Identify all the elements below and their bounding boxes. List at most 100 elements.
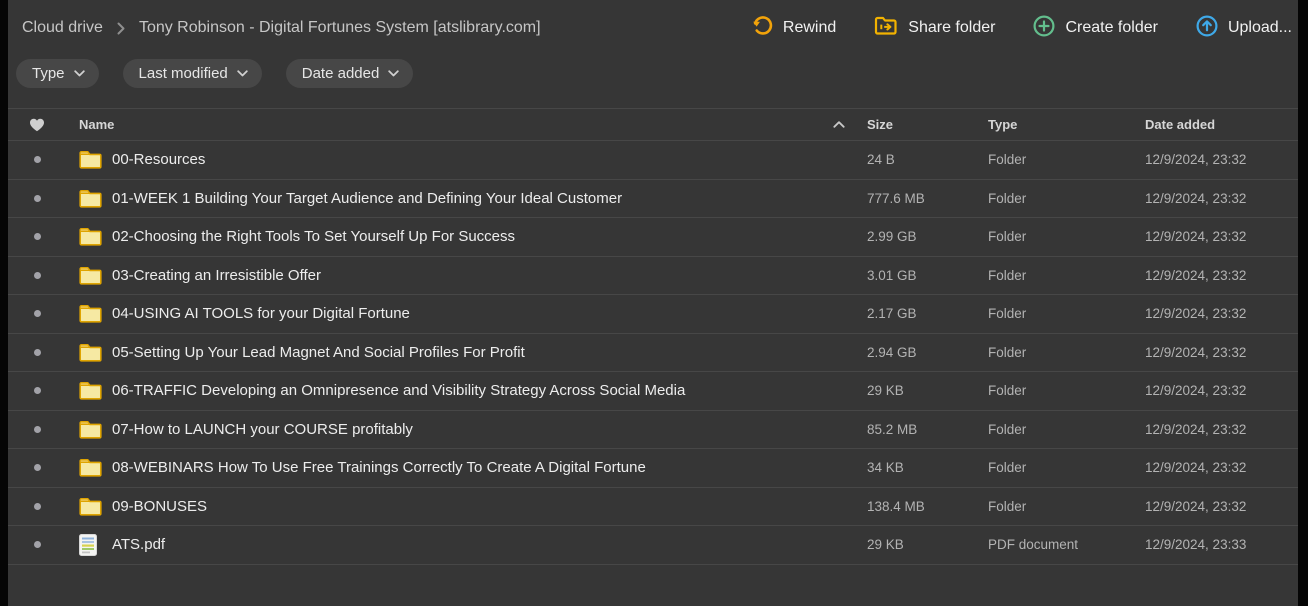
sort-ascending-icon [833,121,845,128]
chevron-down-icon [74,70,85,77]
file-name: 08-WEBINARS How To Use Free Trainings Co… [112,459,867,476]
folder-icon [79,266,102,285]
file-type: Folder [988,383,1145,398]
upload-button[interactable]: Upload... [1196,15,1292,42]
column-header-name[interactable]: Name [66,117,867,132]
file-name: ATS.pdf [112,536,867,553]
column-header-type[interactable]: Type [988,117,1145,132]
top-bar: Cloud drive Tony Robinson - Digital Fort… [8,0,1298,50]
file-size: 2.17 GB [867,306,988,321]
file-name: 01-WEEK 1 Building Your Target Audience … [112,190,867,207]
table-row[interactable]: 04-USING AI TOOLS for your Digital Fortu… [8,295,1298,334]
file-type: Folder [988,306,1145,321]
file-size: 777.6 MB [867,191,988,206]
file-date-added: 12/9/2024, 23:32 [1145,460,1298,475]
folder-icon [79,458,102,477]
file-name: 03-Creating an Irresistible Offer [112,267,867,284]
rewind-icon [752,15,773,41]
file-name: 06-TRAFFIC Developing an Omnipresence an… [112,382,867,399]
heart-icon [29,118,45,132]
file-type: Folder [988,268,1145,283]
breadcrumb-current-folder: Tony Robinson - Digital Fortunes System … [139,19,541,37]
file-size: 2.99 GB [867,229,988,244]
toolbar-actions: Rewind Share folder [752,15,1292,42]
file-name: 09-BONUSES [112,498,867,515]
file-size: 138.4 MB [867,499,988,514]
create-folder-label: Create folder [1065,19,1158,37]
chevron-down-icon [388,70,399,77]
file-date-added: 12/9/2024, 23:32 [1145,268,1298,283]
file-name: 05-Setting Up Your Lead Magnet And Socia… [112,344,867,361]
file-date-added: 12/9/2024, 23:33 [1145,537,1298,552]
create-folder-button[interactable]: Create folder [1033,15,1158,42]
upload-icon [1196,15,1218,42]
file-size: 85.2 MB [867,422,988,437]
file-table: Name Size Type Date added [8,108,1298,565]
file-type: PDF document [988,537,1145,552]
item-status-dot-icon [34,503,41,510]
column-header-size[interactable]: Size [867,117,988,132]
file-date-added: 12/9/2024, 23:32 [1145,191,1298,206]
folder-icon [79,343,102,362]
file-date-added: 12/9/2024, 23:32 [1145,229,1298,244]
filter-type-label: Type [32,65,65,82]
item-status-dot-icon [34,349,41,356]
table-row[interactable]: 03-Creating an Irresistible Offer 3.01 G… [8,257,1298,296]
breadcrumb: Cloud drive Tony Robinson - Digital Fort… [22,19,541,37]
file-name: 04-USING AI TOOLS for your Digital Fortu… [112,305,867,322]
item-status-dot-icon [34,387,41,394]
file-type: Folder [988,229,1145,244]
share-folder-icon [874,15,898,41]
filter-type-dropdown[interactable]: Type [16,59,99,88]
item-status-dot-icon [34,310,41,317]
item-status-dot-icon [34,464,41,471]
file-date-added: 12/9/2024, 23:32 [1145,499,1298,514]
table-row[interactable]: ATS.pdf 29 KB PDF document 12/9/2024, 23… [8,526,1298,565]
file-type: Folder [988,191,1145,206]
file-type: Folder [988,460,1145,475]
filter-bar: Type Last modified Date added [8,50,1298,88]
table-row[interactable]: 00-Resources 24 B Folder 12/9/2024, 23:3… [8,141,1298,180]
create-folder-icon [1033,15,1055,42]
file-type: Folder [988,422,1145,437]
item-status-dot-icon [34,541,41,548]
table-row[interactable]: 09-BONUSES 138.4 MB Folder 12/9/2024, 23… [8,488,1298,527]
file-date-added: 12/9/2024, 23:32 [1145,422,1298,437]
filter-date-added-dropdown[interactable]: Date added [286,59,414,88]
folder-icon [79,381,102,400]
table-row[interactable]: 08-WEBINARS How To Use Free Trainings Co… [8,449,1298,488]
file-date-added: 12/9/2024, 23:32 [1145,383,1298,398]
chevron-down-icon [237,70,248,77]
table-row[interactable]: 07-How to LAUNCH your COURSE profitably … [8,411,1298,450]
breadcrumb-root[interactable]: Cloud drive [22,19,103,37]
cloud-drive-file-manager: Cloud drive Tony Robinson - Digital Fort… [8,0,1298,606]
file-name: 00-Resources [112,151,867,168]
table-row[interactable]: 01-WEEK 1 Building Your Target Audience … [8,180,1298,219]
file-type: Folder [988,345,1145,360]
share-folder-button[interactable]: Share folder [874,15,995,41]
item-status-dot-icon [34,156,41,163]
file-type: Folder [988,152,1145,167]
chevron-right-icon [117,22,125,35]
folder-icon [79,189,102,208]
column-header-favorite[interactable] [8,118,66,132]
file-date-added: 12/9/2024, 23:32 [1145,306,1298,321]
file-name: 02-Choosing the Right Tools To Set Yours… [112,228,867,245]
folder-icon [79,150,102,169]
rewind-button[interactable]: Rewind [752,15,836,41]
folder-icon [79,420,102,439]
file-date-added: 12/9/2024, 23:32 [1145,152,1298,167]
filter-last-modified-dropdown[interactable]: Last modified [123,59,262,88]
item-status-dot-icon [34,426,41,433]
item-status-dot-icon [34,272,41,279]
column-header-date-added[interactable]: Date added [1145,117,1298,132]
file-size: 24 B [867,152,988,167]
table-row[interactable]: 02-Choosing the Right Tools To Set Yours… [8,218,1298,257]
table-header: Name Size Type Date added [8,108,1298,141]
filter-date-added-label: Date added [302,65,380,82]
table-row[interactable]: 05-Setting Up Your Lead Magnet And Socia… [8,334,1298,373]
share-folder-label: Share folder [908,19,995,37]
table-row[interactable]: 06-TRAFFIC Developing an Omnipresence an… [8,372,1298,411]
item-status-dot-icon [34,233,41,240]
file-size: 34 KB [867,460,988,475]
